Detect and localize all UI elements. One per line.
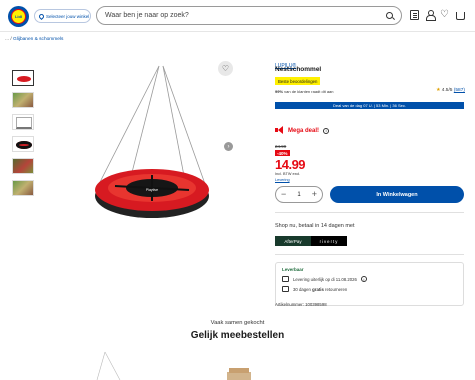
cart-icon[interactable] xyxy=(456,12,465,20)
location-pin-icon xyxy=(37,12,46,20)
delivery-title: Leverbaar xyxy=(282,267,304,272)
quantity-stepper[interactable]: − 1 + xyxy=(275,186,323,203)
recommend-label: van de klanten raadt dit aan xyxy=(284,89,334,94)
account-icon[interactable] xyxy=(426,10,436,21)
thumbnail-2[interactable] xyxy=(12,92,34,108)
quantity-value[interactable]: 1 xyxy=(297,192,300,198)
breadcrumb: ... / Glijbanen & schommels xyxy=(5,37,63,42)
returns-row: 30 dagen gratis retourneren xyxy=(282,286,457,292)
search-icon[interactable] xyxy=(386,12,393,19)
thumbnail-6[interactable] xyxy=(12,180,34,196)
best-rating-badge: Beste beoordelingen xyxy=(275,77,321,85)
recommendation-text: 99% van de klanten raadt dit aan xyxy=(275,89,334,94)
deal-countdown-bar: Deal van de dag 07 U. | 53 Min. | 36 Sec… xyxy=(275,102,464,109)
returns-label: retourneren xyxy=(325,286,348,292)
recommend-percent: 99% xyxy=(275,89,284,94)
wishlist-icon[interactable]: ♡ xyxy=(440,10,449,20)
review-count-link[interactable]: (587) xyxy=(454,88,465,93)
breadcrumb-current[interactable]: Glijbanen & schommels xyxy=(13,37,63,42)
breadcrumb-separator: / xyxy=(10,37,12,42)
plus-icon[interactable]: + xyxy=(312,190,317,199)
recommendations-title: Gelijk meebestellen xyxy=(190,330,285,341)
next-image-icon[interactable]: › xyxy=(224,142,233,151)
delivery-box: Leverbaar Levering uiterlijk op di 11.08… xyxy=(275,262,464,306)
vat-text: Incl. BTW excl. xyxy=(275,172,301,176)
current-price: 14.99 xyxy=(275,157,306,172)
info-icon[interactable]: i xyxy=(360,276,367,282)
thumbnail-list xyxy=(12,70,34,202)
search-input[interactable]: Waar ben je naar op zoek? xyxy=(96,6,402,25)
product-info-panel: LUPILU® Nestschommel Beste beoordelingen… xyxy=(275,54,465,307)
info-icon[interactable]: i xyxy=(323,127,330,134)
riverty-logo: riverty xyxy=(311,236,347,246)
minus-icon[interactable]: − xyxy=(281,190,286,199)
product-title: Nestschommel xyxy=(275,66,322,73)
discount-badge: -40% xyxy=(275,150,290,156)
divider xyxy=(275,254,464,255)
thumbnail-4[interactable] xyxy=(12,136,34,152)
star-icon: ★ xyxy=(436,88,441,93)
recommended-product-image[interactable] xyxy=(95,350,155,380)
mega-deal-banner: Mega deal! i xyxy=(275,126,330,135)
divider xyxy=(275,212,464,213)
rating[interactable]: ★ 4.5/5 (587) xyxy=(436,88,465,93)
product-main-image[interactable]: Playtive xyxy=(55,60,240,240)
recommended-product-image[interactable] xyxy=(215,350,275,380)
logo-text: Lidl xyxy=(11,9,26,24)
shopping-list-icon[interactable] xyxy=(410,10,419,20)
article-number: Artikelnummer: 100398598 xyxy=(275,302,327,307)
select-store-button[interactable]: Selecteer jouw winkel xyxy=(34,9,91,23)
returns-text: 30 dagen gratis retourneren xyxy=(293,287,347,292)
thumbnail-5[interactable] xyxy=(12,158,34,174)
rating-value: 4.5/5 xyxy=(441,88,453,93)
old-price: 24.99 xyxy=(275,144,287,149)
mega-deal-label: Mega deal! xyxy=(288,127,320,134)
returns-free: gratis xyxy=(312,286,324,292)
thumbnail-1[interactable] xyxy=(12,70,34,86)
afterpay-logo: AfterPay xyxy=(275,236,311,246)
recommendations-subtitle: Vaak samen gekocht xyxy=(210,320,265,326)
delivery-date-row: Levering uiterlijk op di 11.08.2026 i xyxy=(282,276,457,282)
add-to-cart-button[interactable]: In Winkelwagen xyxy=(330,186,464,203)
lidl-logo[interactable]: Lidl xyxy=(8,6,29,27)
delivery-cost-link[interactable]: Levering xyxy=(275,178,290,182)
return-icon xyxy=(282,286,289,292)
svg-text:Playtive: Playtive xyxy=(146,188,158,192)
favorite-heart-icon[interactable]: ♡ xyxy=(218,61,233,76)
megaphone-icon xyxy=(275,126,284,135)
returns-days: 30 dagen xyxy=(293,286,311,292)
breadcrumb-ellipsis[interactable]: ... xyxy=(5,37,9,42)
truck-icon xyxy=(282,276,289,282)
paylater-text: Shop nu, betaal in 14 dagen met xyxy=(275,223,355,229)
site-header: Lidl Selecteer jouw winkel Waar ben je n… xyxy=(0,0,475,32)
search-placeholder: Waar ben je naar op zoek? xyxy=(105,12,189,19)
select-store-label: Selecteer jouw winkel xyxy=(46,13,90,19)
delivery-date: Levering uiterlijk op di 11.08.2026 xyxy=(293,276,357,282)
thumbnail-3[interactable] xyxy=(12,114,34,130)
